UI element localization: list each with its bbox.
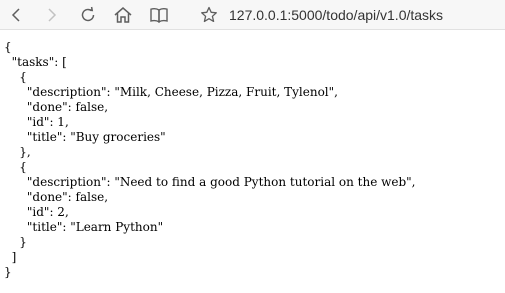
book-icon	[150, 8, 168, 24]
refresh-icon	[81, 6, 95, 22]
json-response-body: { "tasks": [ { "description": "Milk, Che…	[4, 40, 416, 279]
browser-toolbar: 127.0.0.1:5000/todo/api/v1.0/tasks	[0, 0, 505, 30]
star-icon	[201, 6, 217, 23]
back-button[interactable]	[5, 4, 27, 26]
url-text[interactable]: 127.0.0.1:5000/todo/api/v1.0/tasks	[229, 7, 443, 23]
forward-button[interactable]	[41, 4, 63, 26]
reader-view-button[interactable]	[148, 4, 170, 26]
arrow-left-icon	[11, 8, 20, 22]
refresh-button[interactable]	[77, 4, 99, 26]
arrow-right-icon	[48, 8, 57, 22]
favorite-button[interactable]	[198, 4, 220, 26]
address-bar[interactable]: 127.0.0.1:5000/todo/api/v1.0/tasks	[192, 3, 505, 27]
home-button[interactable]	[112, 4, 134, 26]
home-icon	[114, 7, 132, 23]
